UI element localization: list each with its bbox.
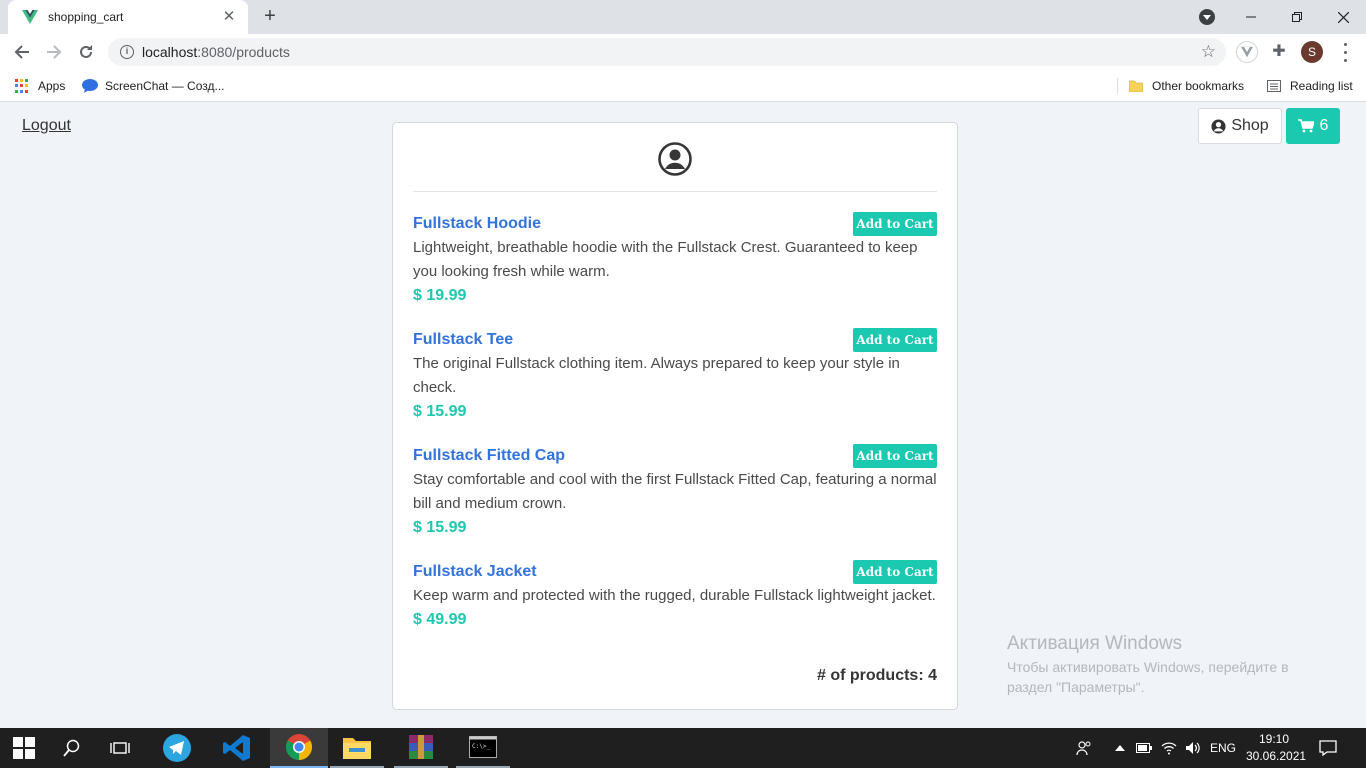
- add-to-cart-button[interactable]: Add to Cart: [853, 212, 937, 236]
- card-divider: [413, 191, 937, 192]
- add-to-cart-button[interactable]: Add to Cart: [853, 560, 937, 584]
- windows-activation-watermark: Активация Windows Чтобы активировать Win…: [1007, 631, 1327, 697]
- clock-time[interactable]: 19:10: [1259, 732, 1289, 746]
- battery-icon[interactable]: [1134, 728, 1154, 768]
- taskbar: C:\>_ ENG 19:10 30.06.2021: [0, 728, 1366, 768]
- reading-list[interactable]: Reading list: [1267, 70, 1353, 102]
- bookmark-screenchat-label: ScreenChat — Созд...: [105, 79, 225, 93]
- reading-list-label: Reading list: [1290, 79, 1353, 93]
- search-icon[interactable]: [48, 728, 96, 768]
- product-price: $ 15.99: [413, 403, 467, 420]
- shop-button[interactable]: Shop: [1198, 108, 1282, 144]
- browser-toolbar: i localhost:8080/products ☆ ✚ S: [0, 34, 1366, 70]
- back-icon[interactable]: [8, 38, 36, 66]
- product-price: $ 15.99: [413, 519, 467, 536]
- file-explorer-icon[interactable]: [330, 728, 384, 768]
- chrome-icon[interactable]: [270, 728, 328, 768]
- product-item: Fullstack Hoodie Lightweight, breathable…: [413, 212, 937, 308]
- wifi-icon[interactable]: [1158, 728, 1180, 768]
- volume-icon[interactable]: [1182, 728, 1204, 768]
- restore-icon[interactable]: [1274, 0, 1320, 34]
- activation-title: Активация Windows: [1007, 633, 1183, 654]
- product-item: Fullstack Jacket Keep warm and protected…: [413, 560, 937, 632]
- reading-list-icon: [1267, 80, 1281, 92]
- product-price: $ 49.99: [413, 611, 467, 628]
- vue-logo-icon: [22, 10, 38, 24]
- minimize-icon[interactable]: [1228, 0, 1274, 34]
- shop-button-label: Shop: [1231, 117, 1269, 134]
- show-hidden-icons-icon[interactable]: [1110, 728, 1130, 768]
- close-window-icon[interactable]: [1320, 0, 1366, 34]
- bookmark-apps-label: Apps: [38, 79, 66, 93]
- tab-close-icon[interactable]: ✕: [220, 8, 238, 26]
- user-circle-icon: [1211, 118, 1226, 134]
- product-description: Stay comfortable and cool with the first…: [413, 471, 937, 512]
- bookmarks-bar: Apps ScreenChat — Созд... Other bookmark…: [0, 70, 1366, 102]
- tab-search-icon[interactable]: [1199, 9, 1215, 25]
- address-bar[interactable]: i localhost:8080/products ☆: [108, 38, 1226, 66]
- add-to-cart-button[interactable]: Add to Cart: [853, 328, 937, 352]
- telegram-icon[interactable]: [152, 728, 202, 768]
- bookmark-separator: [1117, 78, 1118, 94]
- browser-tab[interactable]: shopping_cart ✕: [8, 0, 248, 34]
- windows-start-icon[interactable]: [0, 728, 48, 768]
- vscode-icon[interactable]: [212, 728, 262, 768]
- url-host: localhost: [142, 44, 198, 60]
- cart-button[interactable]: 6: [1286, 108, 1340, 144]
- product-description: Keep warm and protected with the rugged,…: [413, 587, 936, 604]
- bookmark-apps[interactable]: Apps: [15, 70, 65, 102]
- notifications-icon[interactable]: [1312, 728, 1344, 768]
- product-item: Fullstack Fitted Cap Stay comfortable an…: [413, 444, 937, 540]
- winrar-icon[interactable]: [394, 728, 448, 768]
- forward-icon[interactable]: [40, 38, 68, 66]
- apps-grid-icon: [15, 79, 29, 93]
- vue-devtools-extension-icon[interactable]: [1236, 41, 1258, 63]
- profile-avatar[interactable]: S: [1301, 41, 1323, 63]
- people-icon[interactable]: [1072, 728, 1096, 768]
- task-view-icon[interactable]: [96, 728, 144, 768]
- product-description: Lightweight, breathable hoodie with the …: [413, 239, 918, 280]
- new-tab-button[interactable]: +: [258, 5, 282, 29]
- bookmark-other-label: Other bookmarks: [1152, 79, 1245, 93]
- chat-bubble-icon: [82, 79, 98, 93]
- tab-title: shopping_cart: [48, 10, 124, 24]
- input-language[interactable]: ENG: [1210, 741, 1236, 755]
- tab-strip: shopping_cart ✕ +: [0, 0, 1366, 34]
- folder-icon: [1129, 80, 1143, 92]
- user-circle-icon: [658, 142, 692, 176]
- bookmark-star-icon[interactable]: ☆: [1201, 42, 1216, 62]
- svg-text:C:\>_: C:\>_: [472, 743, 490, 750]
- url-path: :8080/products: [197, 44, 290, 60]
- product-count: # of products: 4: [816, 667, 937, 684]
- shopping-cart-icon: [1297, 119, 1314, 133]
- reload-icon[interactable]: [72, 38, 100, 66]
- product-price: $ 19.99: [413, 287, 467, 304]
- cart-count: 6: [1319, 117, 1329, 134]
- product-item: Fullstack Tee The original Fullstack clo…: [413, 328, 937, 424]
- clock-date[interactable]: 30.06.2021: [1246, 749, 1306, 763]
- products-card: Fullstack Hoodie Lightweight, breathable…: [392, 122, 958, 710]
- add-to-cart-button[interactable]: Add to Cart: [853, 444, 937, 468]
- browser-menu-icon[interactable]: [1340, 40, 1350, 64]
- product-description: The original Fullstack clothing item. Al…: [413, 355, 900, 396]
- terminal-icon[interactable]: C:\>_: [456, 728, 510, 768]
- site-info-icon[interactable]: i: [120, 45, 134, 59]
- bookmark-other[interactable]: Other bookmarks: [1129, 70, 1244, 102]
- activation-text: Чтобы активировать Windows, перейдите в …: [1007, 659, 1289, 695]
- page-content: Logout Shop 6 Fullstack Hoodie Lightweig…: [0, 103, 1366, 728]
- extensions-puzzle-icon[interactable]: ✚: [1268, 41, 1290, 63]
- bookmark-screenchat[interactable]: ScreenChat — Созд...: [82, 70, 224, 102]
- logout-link[interactable]: Logout: [22, 117, 71, 135]
